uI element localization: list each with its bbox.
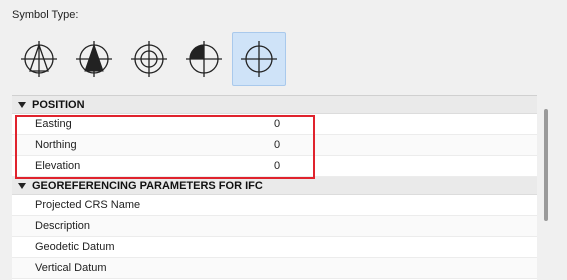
row-description[interactable]: Description — [12, 216, 537, 237]
symbol-option-crosshair-circle[interactable] — [122, 32, 176, 86]
symbol-option-north-arrow-filled[interactable] — [67, 32, 121, 86]
elevation-value[interactable]: 0 — [274, 160, 280, 172]
symbol-type-options — [12, 32, 286, 86]
symbol-option-quarter-filled-circle[interactable] — [177, 32, 231, 86]
crosshair-circle-icon — [131, 41, 167, 77]
row-geodetic-datum[interactable]: Geodetic Datum — [12, 237, 537, 258]
row-label: Vertical Datum — [35, 262, 107, 274]
row-label: Northing — [35, 139, 77, 151]
row-label: Description — [35, 220, 91, 232]
easting-value[interactable]: 0 — [274, 118, 280, 130]
survey-point-settings: Symbol Type: POSITION Easting 0 Northing… — [0, 0, 567, 280]
section-header-georeferencing[interactable]: GEOREFERENCING PARAMETERS FOR IFC — [12, 177, 537, 195]
row-elevation[interactable]: Elevation 0 — [12, 156, 537, 177]
row-vertical-datum[interactable]: Vertical Datum — [12, 258, 537, 279]
symbol-option-north-arrow-outline[interactable] — [12, 32, 66, 86]
collapse-triangle-icon[interactable] — [18, 182, 26, 189]
symbol-type-label: Symbol Type: — [12, 9, 79, 21]
row-label: Geodetic Datum — [35, 241, 115, 253]
section-title: GEOREFERENCING PARAMETERS FOR IFC — [32, 179, 263, 192]
section-title: POSITION — [32, 98, 85, 111]
vertical-scrollbar[interactable] — [540, 95, 552, 280]
northing-value[interactable]: 0 — [274, 139, 280, 151]
section-header-position[interactable]: POSITION — [12, 96, 537, 114]
north-arrow-outline-icon — [21, 41, 57, 77]
row-easting[interactable]: Easting 0 — [12, 114, 537, 135]
row-label: Elevation — [35, 160, 81, 172]
crosshair-plain-icon — [241, 41, 277, 77]
collapse-triangle-icon[interactable] — [18, 101, 26, 108]
row-label: Easting — [35, 118, 72, 130]
north-arrow-filled-icon — [76, 41, 112, 77]
row-northing[interactable]: Northing 0 — [12, 135, 537, 156]
scrollbar-thumb[interactable] — [544, 109, 548, 221]
row-projected-crs-name[interactable]: Projected CRS Name — [12, 195, 537, 216]
quarter-filled-circle-icon — [186, 41, 222, 77]
properties-panel: POSITION Easting 0 Northing 0 Elevation … — [12, 95, 537, 280]
symbol-option-crosshair-plain[interactable] — [232, 32, 286, 86]
row-label: Projected CRS Name — [35, 199, 141, 211]
